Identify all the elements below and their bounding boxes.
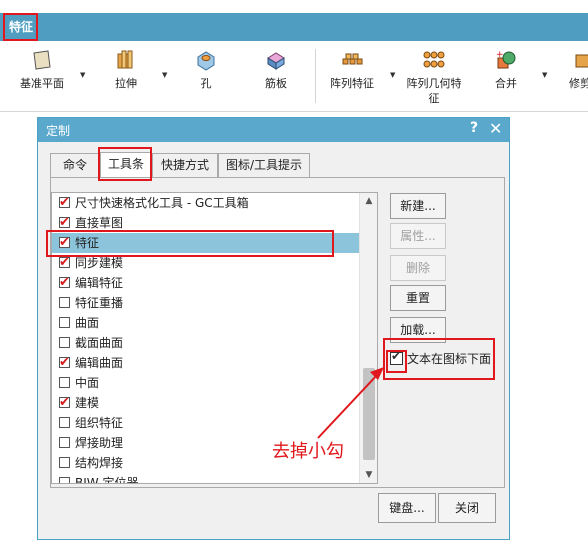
- annotation-text: 去掉小勾: [272, 441, 344, 462]
